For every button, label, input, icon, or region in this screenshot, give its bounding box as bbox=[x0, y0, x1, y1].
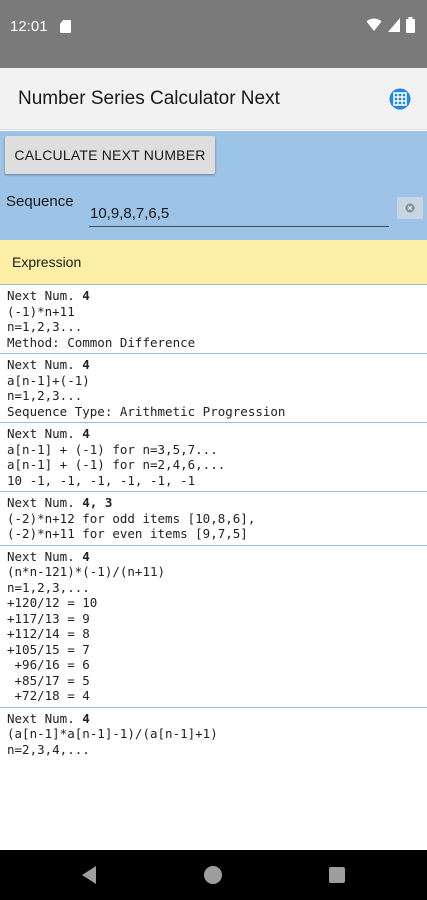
expression-line: (-1)*n+11 bbox=[7, 303, 75, 319]
next-number-value: 4 bbox=[82, 288, 90, 303]
app-bar: Number Series Calculator Next bbox=[0, 68, 427, 130]
expression-line: n=1,2,3,... bbox=[7, 579, 90, 595]
next-number-label: Next Num. bbox=[7, 357, 83, 372]
expression-line: +112/14 = 8 bbox=[7, 626, 90, 641]
expression-line: (n*n-121)*(-1)/(n+11) bbox=[7, 564, 166, 579]
next-number-label: Next Num. bbox=[7, 710, 83, 726]
status-time: 12:01 bbox=[10, 18, 48, 35]
next-number-line: Next Num. 4 bbox=[7, 288, 427, 304]
expression-line: n=1,2,3... bbox=[7, 319, 83, 334]
next-number-line: Next Num. 4 bbox=[7, 549, 427, 565]
next-number-label: Next Num. bbox=[7, 495, 83, 510]
expression-line: a[n-1] + (-1) for n=2,4,6,... bbox=[7, 457, 226, 472]
next-number-value: 4 bbox=[82, 357, 90, 372]
next-number-value: 4, 3 bbox=[82, 495, 113, 510]
navigation-bar bbox=[0, 850, 427, 900]
result-item[interactable]: Next Num. 4 (-1)*n+11 n=1,2,3... Method: Co… bbox=[0, 284, 427, 353]
expression-line: 10 -1, -1, -1, -1, -1, -1 bbox=[7, 472, 196, 488]
expression-label: Expression bbox=[12, 254, 82, 270]
next-number-line: Next Num. 4 bbox=[7, 426, 427, 442]
sequence-input[interactable] bbox=[89, 201, 389, 227]
grid-icon[interactable] bbox=[389, 88, 411, 110]
result-item[interactable]: Next Num. 4 a[n-1] + (-1) for n=3,5,7... a… bbox=[0, 422, 427, 491]
calculate-next-number-button[interactable]: CALCULATE NEXT NUMBER bbox=[5, 136, 215, 174]
next-number-label: Next Num. bbox=[7, 426, 83, 441]
next-number-value: 4 bbox=[82, 426, 90, 441]
expression-line: (-2)*n+11 for even items [9,7,5] bbox=[7, 526, 248, 541]
expression-line: a[n-1]+(-1) bbox=[7, 372, 90, 388]
next-number-line: Next Num. 4, 3 bbox=[7, 495, 427, 511]
battery-icon bbox=[406, 17, 415, 33]
next-number-value: 4 bbox=[82, 710, 90, 726]
next-number-label: Next Num. bbox=[7, 548, 83, 564]
expression-line: +120/12 = 10 bbox=[7, 595, 98, 610]
result-item[interactable]: Next Num. 4 a[n-1]+(-1) n=1,2,3... Sequence… bbox=[0, 353, 427, 422]
clear-icon[interactable] bbox=[397, 197, 423, 219]
back-icon[interactable] bbox=[82, 866, 96, 884]
signal-icon bbox=[388, 18, 400, 32]
expression-line: +117/13 = 9 bbox=[7, 610, 90, 626]
result-item[interactable]: Next Num. 4 (a[n-1]*a[n-1]-1)/(a[n-1]+1) n… bbox=[0, 706, 427, 761]
expression-line: a[n-1] + (-1) for n=3,5,7... bbox=[7, 441, 218, 457]
next-number-line: Next Num. 4 bbox=[7, 711, 427, 727]
status-bar: 12:01 bbox=[0, 0, 427, 68]
expression-line: n=1,2,3... bbox=[7, 388, 83, 403]
sd-card-icon bbox=[60, 20, 71, 33]
result-item[interactable]: Next Num. 4, 3 (-2)*n+12 for odd items [1… bbox=[0, 491, 427, 545]
expression-header: Expression bbox=[0, 240, 427, 284]
next-number-line: Next Num. 4 bbox=[7, 357, 427, 373]
expression-line: +105/15 = 7 bbox=[7, 641, 90, 657]
expression-line: +72/18 = 4 bbox=[7, 688, 90, 703]
expression-line: +96/16 = 6 bbox=[7, 657, 90, 672]
expression-line: Method: Common Difference bbox=[7, 334, 196, 350]
expression-line: (a[n-1]*a[n-1]-1)/(a[n-1]+1) bbox=[7, 726, 218, 741]
status-icons bbox=[366, 17, 415, 33]
next-number-label: Next Num. bbox=[7, 288, 83, 303]
expression-line: (-2)*n+12 for odd items [10,8,6], bbox=[7, 510, 256, 526]
home-icon[interactable] bbox=[204, 866, 222, 884]
wifi-icon bbox=[366, 18, 382, 31]
expression-line: Sequence Type: Arithmetic Progression bbox=[7, 403, 286, 419]
expression-line: +85/17 = 5 bbox=[7, 672, 90, 688]
next-number-value: 4 bbox=[82, 548, 90, 564]
app-title: Number Series Calculator Next bbox=[18, 88, 280, 109]
recents-icon[interactable] bbox=[329, 867, 345, 883]
result-item[interactable]: Next Num. 4 (n*n-121)*(-1)/(n+11) n=1,2,3,… bbox=[0, 544, 427, 707]
input-panel: CALCULATE NEXT NUMBER Sequence bbox=[0, 131, 427, 240]
expression-line: n=2,3,4,... bbox=[7, 741, 90, 757]
results-list[interactable]: Next Num. 4 (-1)*n+11 n=1,2,3... Method: Co… bbox=[0, 284, 427, 850]
sequence-label: Sequence bbox=[6, 193, 74, 210]
